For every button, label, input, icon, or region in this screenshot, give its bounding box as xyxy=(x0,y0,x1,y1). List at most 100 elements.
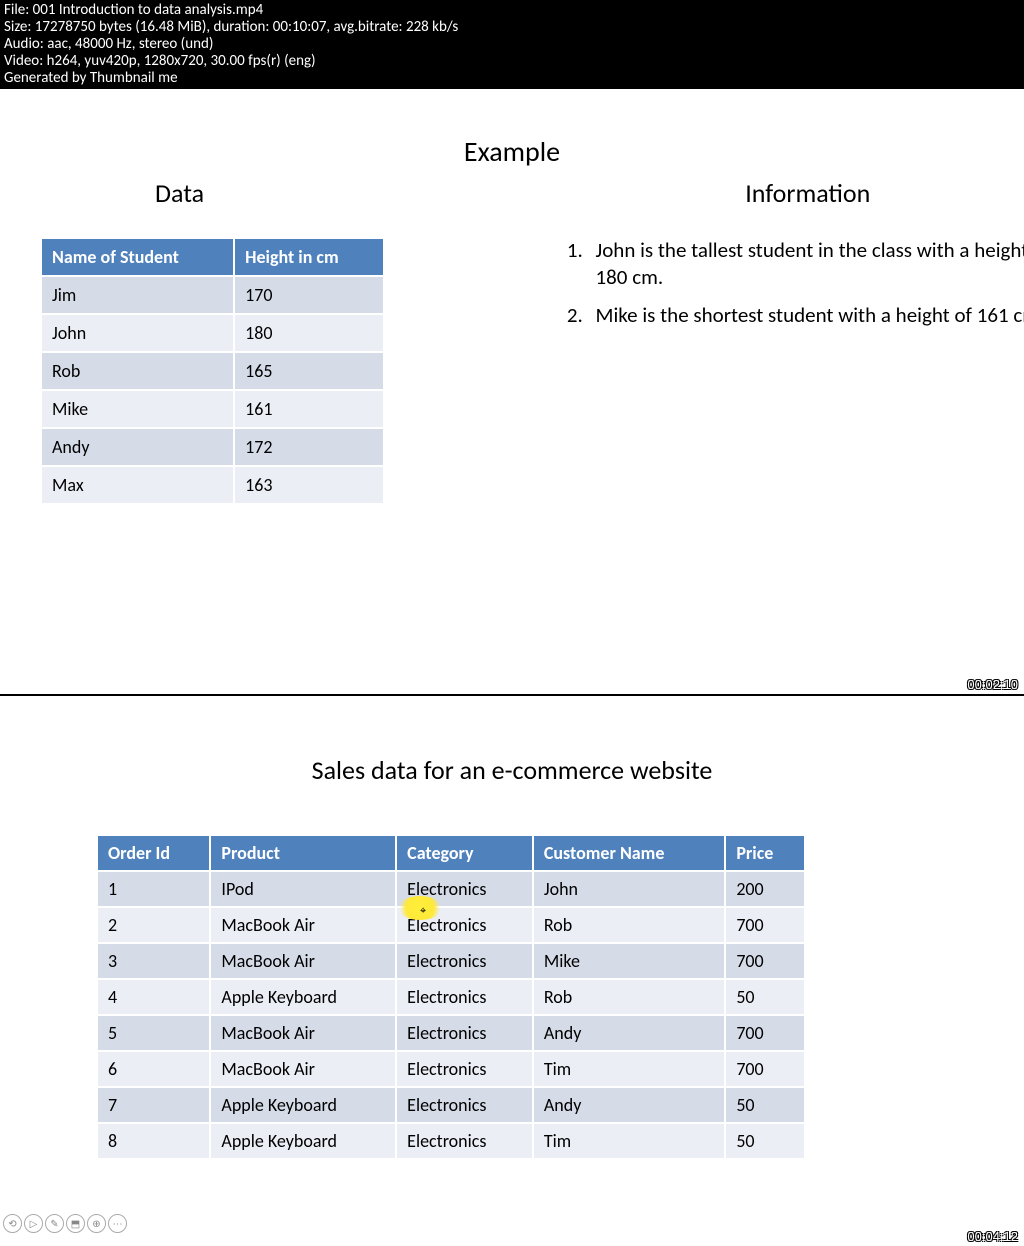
table-cell: Apple Keyboard xyxy=(210,1087,396,1123)
sales-table: Order Id Product Category Customer Name … xyxy=(96,834,806,1160)
meta-generated: Generated by Thumbnail me xyxy=(4,70,1020,87)
table-row: 1IPodElectronicsJohn200 xyxy=(97,871,805,907)
table-cell: Max xyxy=(41,466,234,504)
table-cell: 180 xyxy=(234,314,384,352)
table-cell: 50 xyxy=(725,1087,805,1123)
slide1-left-head: Data xyxy=(155,177,532,209)
table-row: 8Apple KeyboardElectronicsTim50 xyxy=(97,1123,805,1159)
th-customer: Customer Name xyxy=(533,835,725,871)
slide1-left-column: Data Name of Student Height in cm Jim170… xyxy=(0,177,532,505)
table-cell: Electronics xyxy=(396,979,533,1015)
table-cell: 172 xyxy=(234,428,384,466)
footer-icon[interactable]: ⊕ xyxy=(87,1214,106,1233)
table-cell: John xyxy=(41,314,234,352)
table-cell: 700 xyxy=(725,1015,805,1051)
table-cell: Apple Keyboard xyxy=(210,1123,396,1159)
table-cell: Mike xyxy=(533,943,725,979)
table-cell: Rob xyxy=(533,979,725,1015)
table-row: 6MacBook AirElectronicsTim700 xyxy=(97,1051,805,1087)
table-cell: 161 xyxy=(234,390,384,428)
slide-example: Example Data Name of Student Height in c… xyxy=(0,134,1024,696)
table-cell: Rob xyxy=(533,907,725,943)
footer-icon[interactable]: ✎ xyxy=(45,1214,64,1233)
table-cell: Electronics xyxy=(396,1087,533,1123)
sales-tbody: 1IPodElectronicsJohn2002MacBook AirElect… xyxy=(97,871,805,1159)
footer-icon[interactable]: ▷ xyxy=(24,1214,43,1233)
table-cell: 2 xyxy=(97,907,210,943)
table-cell: Electronics xyxy=(396,871,533,907)
slide1-right-head: Information xyxy=(542,177,1024,209)
th-price: Price xyxy=(725,835,805,871)
table-row: Jim170 xyxy=(41,276,384,314)
footer-icon[interactable]: ⋯ xyxy=(108,1214,127,1233)
table-cell: MacBook Air xyxy=(210,1015,396,1051)
table-cell: John xyxy=(533,871,725,907)
table-cell: IPod xyxy=(210,871,396,907)
table-cell: Apple Keyboard xyxy=(210,979,396,1015)
file-metadata: File: 001 Introduction to data analysis.… xyxy=(0,0,1024,89)
slide2-timestamp: 00:04:12 xyxy=(967,1229,1018,1244)
th-category: Category xyxy=(396,835,533,871)
table-cell: 170 xyxy=(234,276,384,314)
table-cell: 6 xyxy=(97,1051,210,1087)
th-product: Product xyxy=(210,835,396,871)
footer-toolbar: ⟲▷✎⬒⊕⋯ xyxy=(3,1214,127,1233)
slide1-right-column: Information John is the tallest student … xyxy=(532,177,1024,505)
list-item: Mike is the shortest student with a heig… xyxy=(588,302,1024,329)
table-row: Andy172 xyxy=(41,428,384,466)
table-cell: Andy xyxy=(533,1087,725,1123)
table-cell: Andy xyxy=(533,1015,725,1051)
table-cell: MacBook Air xyxy=(210,1051,396,1087)
table-row: Rob165 xyxy=(41,352,384,390)
slide1-timestamp: 00:02:10 xyxy=(967,677,1018,692)
table-cell: Mike xyxy=(41,390,234,428)
table-cell: Tim xyxy=(533,1123,725,1159)
table-cell: Rob xyxy=(41,352,234,390)
footer-icon[interactable]: ⬒ xyxy=(66,1214,85,1233)
table-cell: 50 xyxy=(725,979,805,1015)
table-cell: 8 xyxy=(97,1123,210,1159)
footer-icon[interactable]: ⟲ xyxy=(3,1214,22,1233)
table-cell: 7 xyxy=(97,1087,210,1123)
table-cell: MacBook Air xyxy=(210,943,396,979)
table-row: Max163 xyxy=(41,466,384,504)
table-cell: MacBook Air xyxy=(210,907,396,943)
table-cell: 700 xyxy=(725,943,805,979)
list-item: John is the tallest student in the class… xyxy=(588,237,1024,292)
th-height: Height in cm xyxy=(234,238,384,276)
table-cell: 1 xyxy=(97,871,210,907)
table-row: 4Apple KeyboardElectronicsRob50 xyxy=(97,979,805,1015)
meta-video: Video: h264, yuv420p, 1280x720, 30.00 fp… xyxy=(4,53,1020,70)
th-name: Name of Student xyxy=(41,238,234,276)
table-cell: 163 xyxy=(234,466,384,504)
table-header-row: Order Id Product Category Customer Name … xyxy=(97,835,805,871)
table-cell: Jim xyxy=(41,276,234,314)
students-tbody: Jim170John180Rob165Mike161Andy172Max163 xyxy=(41,276,384,504)
meta-audio: Audio: aac, 48000 Hz, stereo (und) xyxy=(4,36,1020,53)
table-row: 3MacBook AirElectronicsMike700 xyxy=(97,943,805,979)
table-cell: 4 xyxy=(97,979,210,1015)
table-row: John180 xyxy=(41,314,384,352)
table-cell: Tim xyxy=(533,1051,725,1087)
table-cell: Electronics xyxy=(396,1123,533,1159)
th-orderid: Order Id xyxy=(97,835,210,871)
table-row: Mike161 xyxy=(41,390,384,428)
information-list: John is the tallest student in the class… xyxy=(542,237,1024,329)
table-cell: 165 xyxy=(234,352,384,390)
table-cell: Electronics xyxy=(396,1015,533,1051)
table-cell: Electronics xyxy=(396,1051,533,1087)
table-cell: Andy xyxy=(41,428,234,466)
table-cell: 700 xyxy=(725,1051,805,1087)
table-cell: 50 xyxy=(725,1123,805,1159)
meta-size: Size: 17278750 bytes (16.48 MiB), durati… xyxy=(4,19,1020,36)
slide1-title: Example xyxy=(0,134,1024,169)
students-table: Name of Student Height in cm Jim170John1… xyxy=(40,237,385,505)
table-row: 2MacBook AirElectronicsRob700 xyxy=(97,907,805,943)
meta-file: File: 001 Introduction to data analysis.… xyxy=(4,2,1020,19)
slide2-title: Sales data for an e-commerce website xyxy=(0,696,1024,786)
table-cell: Electronics xyxy=(396,907,533,943)
table-cell: 700 xyxy=(725,907,805,943)
table-cell: 200 xyxy=(725,871,805,907)
table-row: 7Apple KeyboardElectronicsAndy50 xyxy=(97,1087,805,1123)
table-header-row: Name of Student Height in cm xyxy=(41,238,384,276)
